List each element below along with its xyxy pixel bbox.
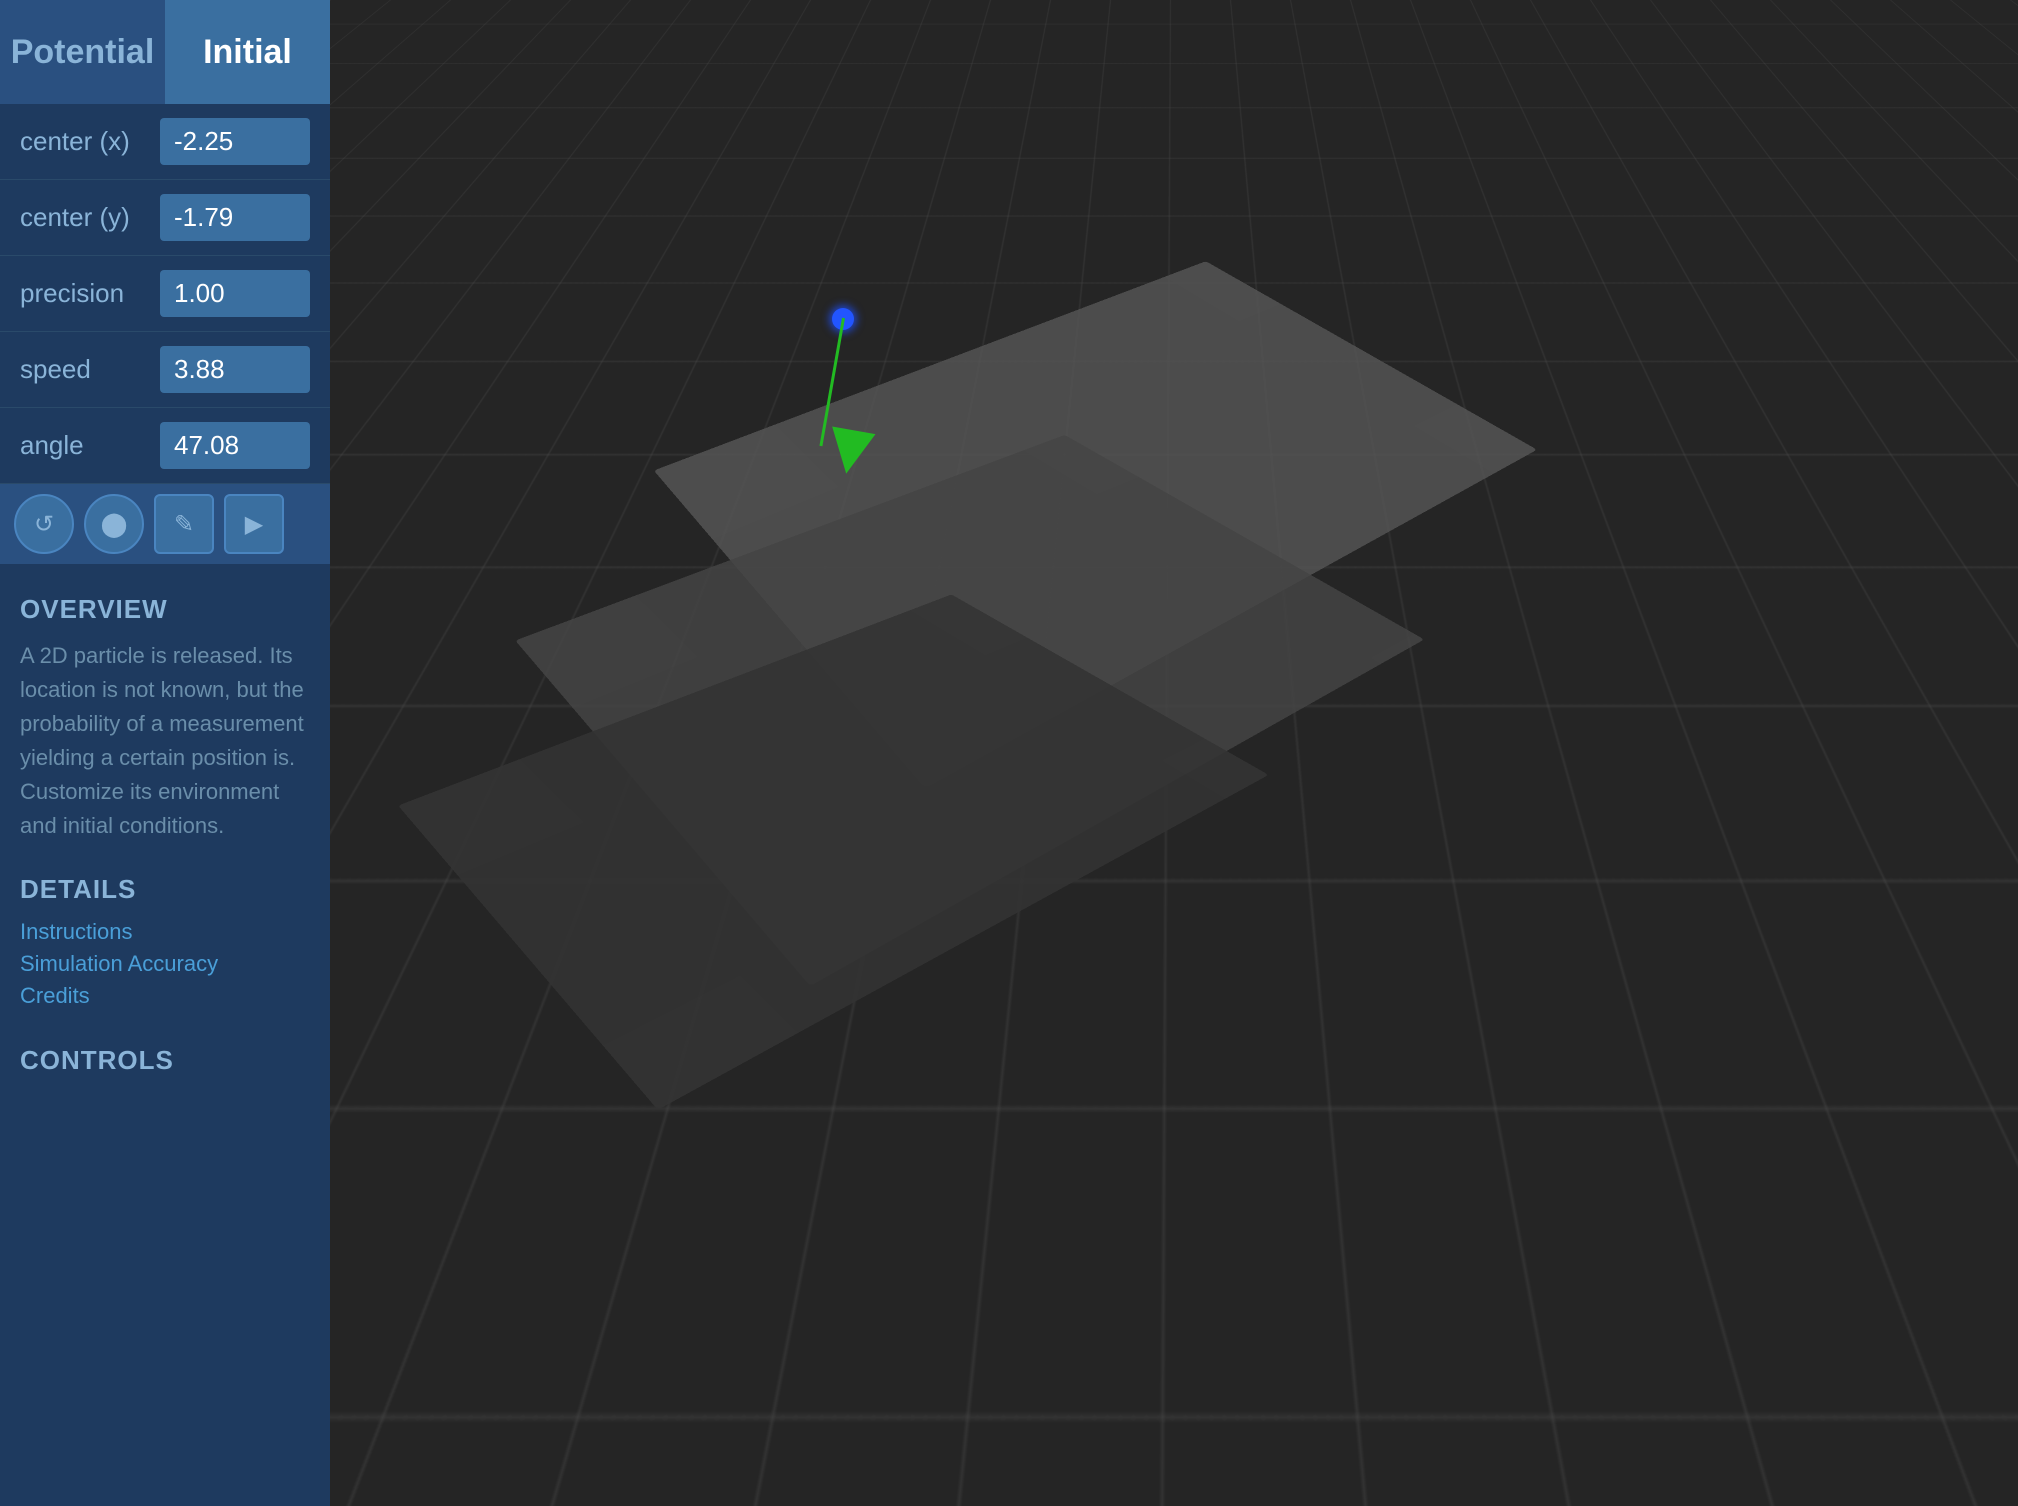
field-value[interactable]: 3.88 [160,346,310,393]
overview-title: OVERVIEW [20,594,310,625]
notification-prompt: Press M to proceed [514,156,1286,188]
play-button[interactable]: ▶ [224,494,284,554]
scene [330,0,2018,1506]
controls-section: CONTROLS [20,1045,310,1090]
field-row: speed 3.88 [0,332,330,408]
overview-section: OVERVIEW A 2D particle is released. Its … [20,594,310,844]
detail-link[interactable]: Instructions [20,919,310,945]
reset-icon: ↺ [34,510,54,539]
details-links: Instructions Simulation Accuracy Credits [20,919,310,1009]
field-row: center (y) -1.79 [0,180,330,256]
tab-initial[interactable]: Initial [165,0,330,104]
tab-potential-label: Potential [11,33,155,72]
detail-link[interactable]: Simulation Accuracy [20,951,310,977]
notification-text: Continue experimenting until the grey ti… [514,50,1286,140]
notification-box: Continue experimenting until the grey ti… [470,14,1330,224]
field-row: angle 47.08 [0,408,330,484]
info-panel: OVERVIEW A 2D particle is released. Its … [0,564,330,1506]
record-icon: ⬤ [101,510,128,539]
field-label: center (y) [20,202,160,233]
field-row: center (x) -2.25 [0,104,330,180]
right-canvas: Continue experimenting until the grey ti… [330,0,2018,1506]
field-label: angle [20,430,160,461]
field-value[interactable]: -2.25 [160,118,310,165]
field-label: center (x) [20,126,160,157]
controls-title: CONTROLS [20,1045,310,1076]
details-title: DETAILS [20,874,310,905]
field-label: precision [20,278,160,309]
field-value[interactable]: -1.79 [160,194,310,241]
record-button[interactable]: ⬤ [84,494,144,554]
edit-icon: ✎ [174,510,194,539]
tab-bar: Potential Initial [0,0,330,104]
field-value[interactable]: 47.08 [160,422,310,469]
field-value[interactable]: 1.00 [160,270,310,317]
detail-link[interactable]: Credits [20,983,310,1009]
reset-button[interactable]: ↺ [14,494,74,554]
overview-text: A 2D particle is released. Its location … [20,639,310,844]
field-label: speed [20,354,160,385]
edit-button[interactable]: ✎ [154,494,214,554]
play-icon: ▶ [245,510,263,539]
arrow-head [825,427,876,478]
controls-bar: ↺ ⬤ ✎ ▶ [0,484,330,564]
details-section: DETAILS Instructions Simulation Accuracy C… [20,874,310,1015]
left-panel: Potential Initial center (x) -2.25 cente… [0,0,330,1506]
field-row: precision 1.00 [0,256,330,332]
tab-potential[interactable]: Potential [0,0,165,104]
fields-container: center (x) -2.25 center (y) -1.79 precis… [0,104,330,484]
tab-initial-label: Initial [203,33,292,72]
